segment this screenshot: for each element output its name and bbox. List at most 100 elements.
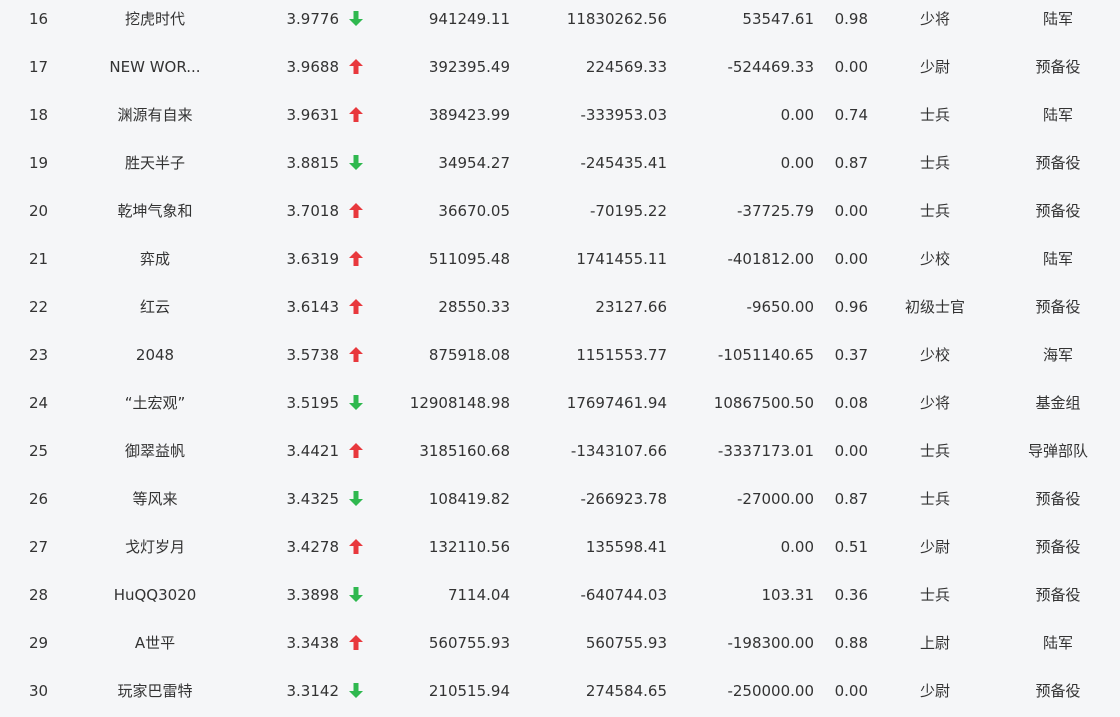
level-cell: 少将 <box>919 10 950 28</box>
value-2-cell: -70195.22 <box>590 202 667 220</box>
value-1-cell: 210515.94 <box>428 682 510 700</box>
value-3-cell: 0.00 <box>780 154 814 172</box>
rank-cell: 22 <box>28 298 49 316</box>
unit-cell: 海军 <box>1042 346 1073 364</box>
value-1-cell: 511095.48 <box>428 250 510 268</box>
table-row[interactable]: 19 胜天半子 3.8815 34954.27 -245435.41 0.00 0.87 士兵… <box>0 139 1120 187</box>
rank-cell: 21 <box>28 250 49 268</box>
ratio-cell: 0.08 <box>834 394 868 412</box>
level-cell: 少尉 <box>919 538 950 556</box>
value-2-cell: 135598.41 <box>585 538 667 556</box>
arrow-down-icon <box>345 0 367 43</box>
arrow-down-icon <box>345 139 367 187</box>
value-1-cell: 36670.05 <box>438 202 510 220</box>
arrow-up-icon <box>345 427 367 475</box>
level-cell: 少尉 <box>919 682 950 700</box>
table-row[interactable]: 21 弈成 3.6319 511095.48 1741455.11 -401812.00 0… <box>0 235 1120 283</box>
value-2-cell: -333953.03 <box>580 106 667 124</box>
score-cell: 3.4325 <box>286 490 340 508</box>
value-1-cell: 941249.11 <box>428 10 510 28</box>
rank-cell: 30 <box>28 682 49 700</box>
unit-cell: 陆军 <box>1042 10 1073 28</box>
table-row[interactable]: 20 乾坤气象和 3.7018 36670.05 -70195.22 -37725.79 0… <box>0 187 1120 235</box>
table-row[interactable]: 18 渊源有自来 3.9631 389423.99 -333953.03 0.00 0.74… <box>0 91 1120 139</box>
rank-cell: 24 <box>28 394 49 412</box>
table-row[interactable]: 24 “土宏观” 3.5195 12908148.98 17697461.94 10867… <box>0 379 1120 427</box>
table-row[interactable]: 22 红云 3.6143 28550.33 23127.66 -9650.00 0.96 初级… <box>0 283 1120 331</box>
value-1-cell: 560755.93 <box>428 634 510 652</box>
table-row[interactable]: 23 2048 3.5738 875918.08 1151553.77 -1051140.… <box>0 331 1120 379</box>
arrow-down-icon <box>345 379 367 427</box>
unit-cell: 预备役 <box>1035 202 1081 220</box>
level-cell: 士兵 <box>919 106 950 124</box>
name-cell: “土宏观” <box>124 394 186 412</box>
value-2-cell: 23127.66 <box>595 298 667 316</box>
ratio-cell: 0.74 <box>834 106 868 124</box>
table-row[interactable]: 27 戈灯岁月 3.4278 132110.56 135598.41 0.00 0.51 少尉… <box>0 523 1120 571</box>
table-row[interactable]: 30 玩家巴雷特 3.3142 210515.94 274584.65 -250000.0… <box>0 667 1120 715</box>
value-2-cell: -266923.78 <box>580 490 667 508</box>
rank-cell: 18 <box>28 106 49 124</box>
rank-cell: 25 <box>28 442 49 460</box>
level-cell: 士兵 <box>919 442 950 460</box>
unit-cell: 预备役 <box>1035 682 1081 700</box>
ratio-cell: 0.96 <box>834 298 868 316</box>
arrow-down-icon <box>345 667 367 715</box>
table-row[interactable]: 25 御翠益帆 3.4421 3185160.68 -1343107.66 -333717… <box>0 427 1120 475</box>
table-row[interactable]: 28 HuQQ3020 3.3898 7114.04 -640744.03 103.31 0… <box>0 571 1120 619</box>
score-cell: 3.9688 <box>286 58 340 76</box>
value-3-cell: -401812.00 <box>727 250 814 268</box>
table-row[interactable]: 29 A世平 3.3438 560755.93 560755.93 -198300.00 0… <box>0 619 1120 667</box>
unit-cell: 预备役 <box>1035 490 1081 508</box>
unit-cell: 预备役 <box>1035 58 1081 76</box>
score-cell: 3.8815 <box>286 154 340 172</box>
level-cell: 少尉 <box>919 58 950 76</box>
value-2-cell: 1151553.77 <box>576 346 667 364</box>
ratio-cell: 0.36 <box>834 586 868 604</box>
value-1-cell: 392395.49 <box>428 58 510 76</box>
ratio-cell: 0.88 <box>834 634 868 652</box>
value-2-cell: -640744.03 <box>580 586 667 604</box>
unit-cell: 预备役 <box>1035 586 1081 604</box>
rank-cell: 27 <box>28 538 49 556</box>
value-3-cell: 103.31 <box>761 586 815 604</box>
table-row[interactable]: 26 等风来 3.4325 108419.82 -266923.78 -27000.00 0… <box>0 475 1120 523</box>
level-cell: 士兵 <box>919 154 950 172</box>
name-cell: HuQQ3020 <box>113 586 197 604</box>
score-cell: 3.4421 <box>286 442 340 460</box>
arrow-up-icon <box>345 331 367 379</box>
ratio-cell: 0.00 <box>834 58 868 76</box>
arrow-up-icon <box>345 187 367 235</box>
table-row[interactable]: 16 挖虎时代 3.9776 941249.11 11830262.56 53547.61… <box>0 0 1120 43</box>
arrow-up-icon <box>345 91 367 139</box>
value-2-cell: -1343107.66 <box>570 442 667 460</box>
ratio-cell: 0.51 <box>834 538 868 556</box>
arrow-up-icon <box>345 43 367 91</box>
arrow-down-icon <box>345 475 367 523</box>
table-row[interactable]: 17 NEW WOR... 3.9688 392395.49 224569.33 -524… <box>0 43 1120 91</box>
value-2-cell: 274584.65 <box>585 682 667 700</box>
value-1-cell: 12908148.98 <box>409 394 510 412</box>
value-1-cell: 389423.99 <box>428 106 510 124</box>
ratio-cell: 0.87 <box>834 154 868 172</box>
ratio-cell: 0.37 <box>834 346 868 364</box>
name-cell: 挖虎时代 <box>124 10 185 28</box>
unit-cell: 预备役 <box>1035 538 1081 556</box>
arrow-up-icon <box>345 235 367 283</box>
value-3-cell: 0.00 <box>780 538 814 556</box>
name-cell: 2048 <box>135 346 175 364</box>
value-2-cell: 17697461.94 <box>566 394 667 412</box>
unit-cell: 陆军 <box>1042 634 1073 652</box>
arrow-up-icon <box>345 523 367 571</box>
rank-cell: 29 <box>28 634 49 652</box>
value-2-cell: 224569.33 <box>585 58 667 76</box>
level-cell: 少校 <box>919 346 950 364</box>
level-cell: 上尉 <box>919 634 950 652</box>
name-cell: 红云 <box>139 298 170 316</box>
ratio-cell: 0.98 <box>834 10 868 28</box>
name-cell: 御翠益帆 <box>124 442 185 460</box>
value-1-cell: 28550.33 <box>438 298 510 316</box>
level-cell: 少校 <box>919 250 950 268</box>
value-3-cell: 0.00 <box>780 106 814 124</box>
level-cell: 士兵 <box>919 490 950 508</box>
